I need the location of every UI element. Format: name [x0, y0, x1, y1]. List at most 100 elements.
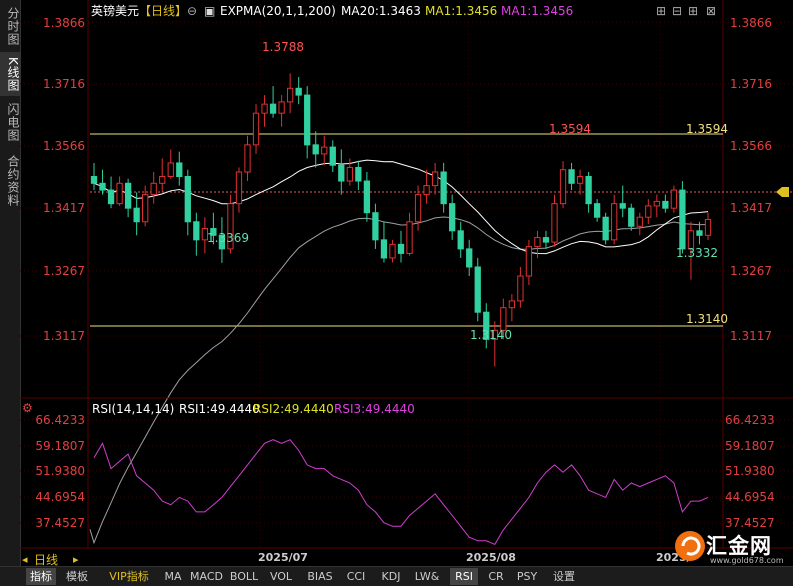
candle [645, 199, 652, 225]
candle [295, 76, 302, 105]
period-label: 【日线】 [139, 4, 187, 18]
candle [474, 257, 481, 322]
rsi-label-right: 59.1807 [725, 439, 775, 453]
tab-templates[interactable]: 模板 [62, 568, 92, 585]
tab-time-sharing-chart[interactable]: 分时图 [0, 4, 20, 48]
tab-macd[interactable]: MACD [190, 568, 223, 585]
candle [406, 212, 413, 256]
low-annotation: 1.3140 [470, 328, 512, 342]
symbol-name: 英镑美元 [91, 3, 139, 18]
left-tab-bar: 分时图 K线图 闪电图 合约资料 [0, 0, 21, 566]
candle [636, 212, 643, 236]
candle-body [593, 203, 601, 218]
chart-area[interactable]: 英镑美元 【日线】 ⊖ ▣ EXPMA(20,1,1,200) MA20:1.3… [20, 0, 793, 566]
compare-icon[interactable]: ⊞ [688, 4, 698, 18]
zoom-in-icon[interactable]: ⊞ [656, 4, 666, 18]
tab-kdj[interactable]: KDJ [377, 568, 405, 585]
candle [423, 169, 430, 204]
candle-body [551, 203, 558, 243]
candle [397, 230, 405, 263]
tab-rsi[interactable]: RSI [450, 568, 478, 585]
rsi-settings-icon[interactable]: ⚙ [22, 401, 33, 415]
period-right-arrow[interactable]: ▸ [73, 553, 79, 566]
indicator-tab-bar: 指标 模板 VIP指标 MA MACD BOLL VOL BIAS CCI KD… [0, 566, 793, 586]
time-label: 2025/07 [258, 551, 308, 564]
resistance-tag: 1.3594 [686, 122, 728, 136]
candle-body [372, 212, 379, 241]
candle [252, 104, 260, 154]
candle [150, 171, 157, 204]
settings-icon[interactable]: ⊖ [187, 4, 197, 18]
tab-bias[interactable]: BIAS [304, 568, 336, 585]
tab-boll[interactable]: BOLL [228, 568, 260, 585]
candle-body [355, 166, 362, 182]
price-label-right: 1.3716 [730, 77, 772, 91]
rsi2-value: RSI2:49.4440 [253, 402, 334, 416]
price-label-left: 1.3417 [43, 201, 85, 215]
candle [431, 162, 439, 195]
tab-vip-indicators[interactable]: VIP指标 [104, 568, 154, 585]
candle-body [500, 307, 507, 331]
candle-body [235, 171, 243, 205]
tab-ma[interactable]: MA [160, 568, 186, 585]
candle-body [628, 207, 635, 227]
candle [440, 162, 447, 213]
candle [346, 158, 353, 186]
rsi3-value: RSI3:49.4440 [334, 402, 415, 416]
logo-url: www.gold678.com [710, 556, 784, 565]
candle-body [380, 239, 388, 259]
tab-psy[interactable]: PSY [513, 568, 541, 585]
chart-type-icon[interactable]: ▣ [204, 4, 215, 18]
period-indicator: 日线 [34, 553, 58, 566]
candle-body [159, 176, 166, 184]
tab-indicators[interactable]: 指标 [26, 568, 56, 585]
candle-body [176, 162, 183, 178]
candle-body [269, 103, 277, 114]
rsi-label-left: 44.6954 [35, 490, 85, 504]
close-icon[interactable]: ⊠ [706, 4, 716, 18]
candle [235, 167, 243, 213]
candle-body [679, 189, 686, 250]
candle-body [150, 182, 157, 196]
candle [116, 176, 123, 206]
candle-body [636, 216, 643, 227]
candle [670, 185, 678, 213]
candle-body [107, 189, 115, 205]
tab-vol[interactable]: VOL [267, 568, 295, 585]
tab-contract-info[interactable]: 合约资料 [0, 150, 20, 212]
price-label-left: 1.3117 [43, 329, 85, 343]
candle-body [312, 144, 319, 155]
time-label: 2025/08 [466, 551, 516, 564]
candle [568, 162, 575, 191]
candle [517, 266, 524, 308]
candle [338, 149, 345, 195]
price-label-left: 1.3716 [43, 77, 85, 91]
candle-body [142, 194, 149, 223]
candle-body [261, 103, 268, 114]
zoom-out-icon[interactable]: ⊟ [672, 4, 682, 18]
candle-body [534, 237, 541, 248]
candle-body [286, 87, 294, 103]
support-tag: 1.3140 [686, 312, 728, 326]
candle-body [321, 146, 328, 155]
candle [576, 169, 584, 195]
tab-cr[interactable]: CR [484, 568, 508, 585]
tab-lwr[interactable]: LW& [412, 568, 442, 585]
period-left-arrow[interactable]: ◂ [22, 553, 28, 566]
candle [355, 160, 362, 191]
ema200-line [89, 216, 709, 545]
tab-kline-chart[interactable]: K线图 [0, 52, 20, 96]
candle-body [440, 171, 447, 205]
rsi1-value: RSI1:49.4440 [179, 402, 260, 416]
candle-body [466, 248, 473, 268]
tab-settings[interactable]: 设置 [548, 568, 580, 585]
candle [184, 169, 191, 236]
price-label-right: 1.3417 [730, 201, 772, 215]
tab-flash-chart[interactable]: 闪电图 [0, 100, 20, 144]
candle-body [517, 275, 524, 302]
rsi-label-left: 51.9380 [35, 464, 85, 478]
expma-label: EXPMA(20,1,1,200) [220, 4, 336, 18]
tab-cci[interactable]: CCI [342, 568, 370, 585]
price-label-left: 1.3866 [43, 16, 85, 30]
candle [312, 131, 319, 168]
